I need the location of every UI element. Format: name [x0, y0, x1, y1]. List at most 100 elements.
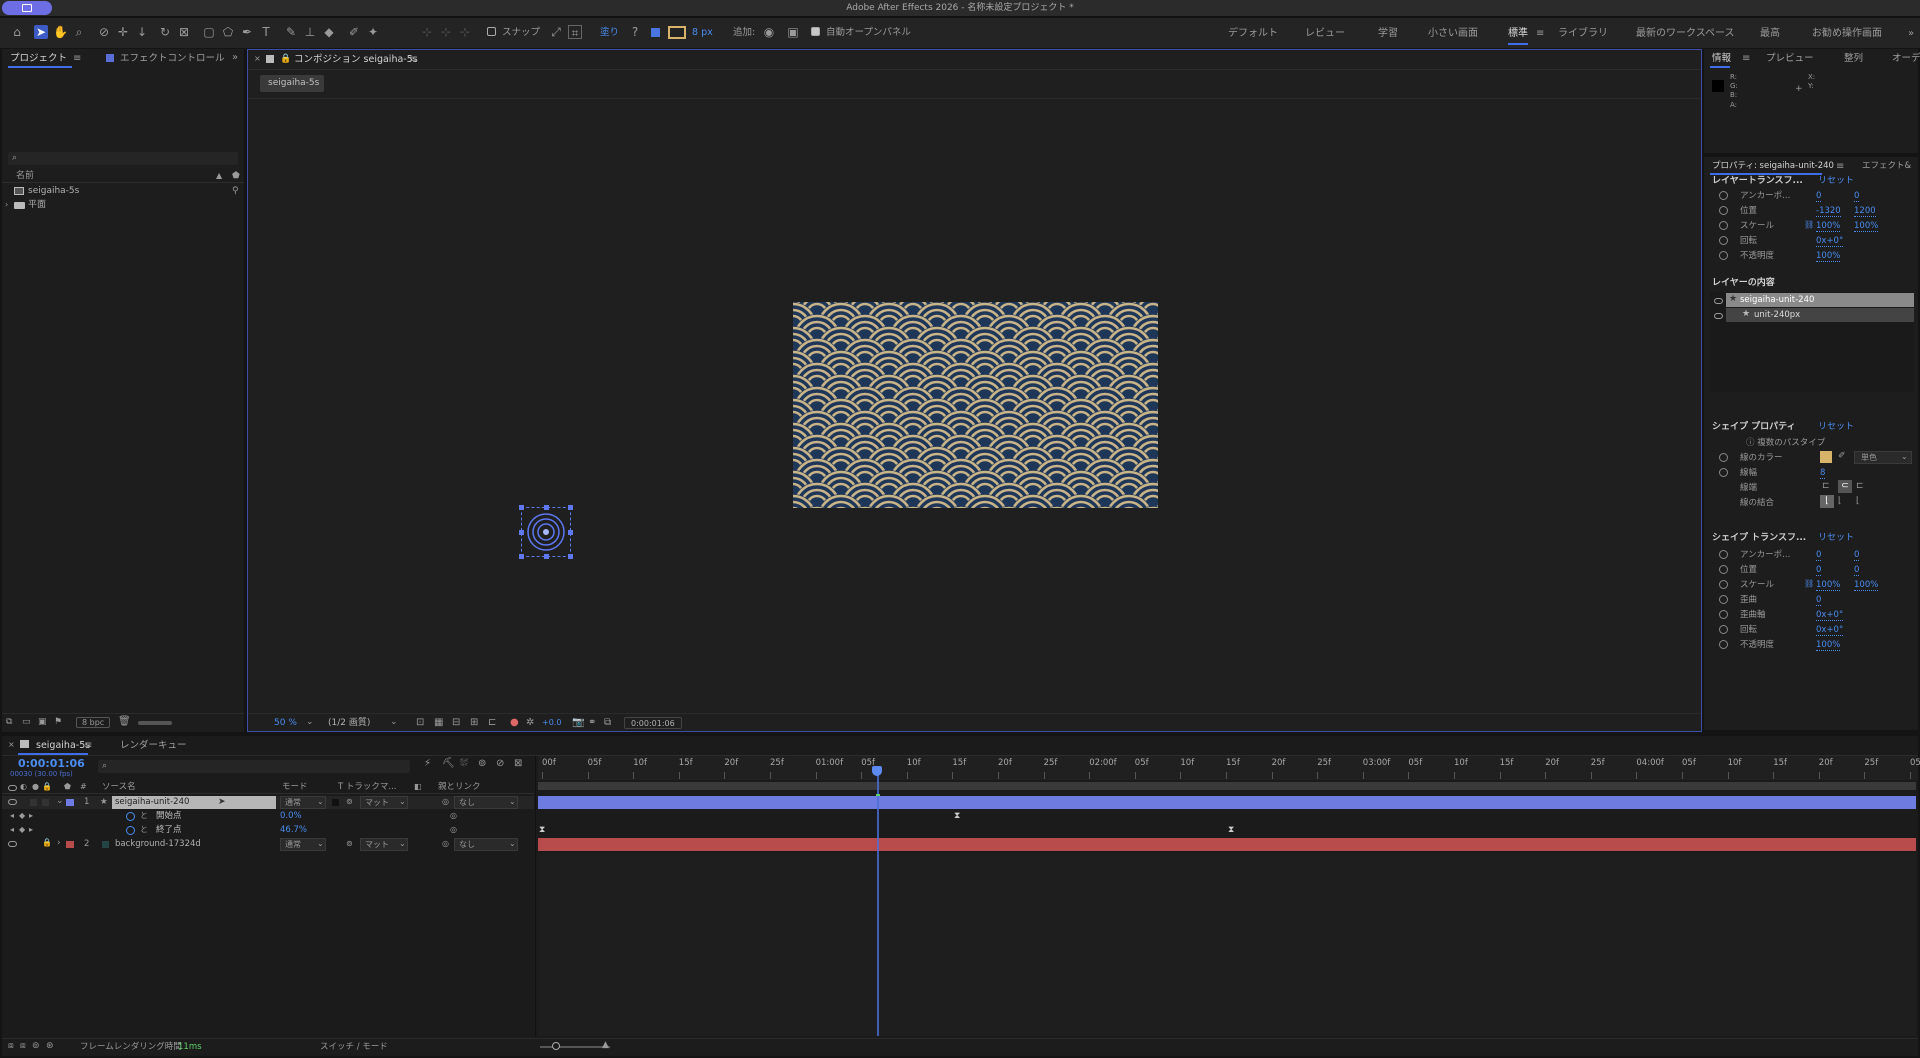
snapshot-icon[interactable]: 📷 [572, 718, 584, 728]
property-value-1[interactable]: 0 [1816, 596, 1822, 606]
time-ruler[interactable]: 00f 05f 10f 15f 20f 25f 01:00f 05f 10f 1… [538, 756, 1920, 780]
zoom-slider-knob[interactable] [552, 1042, 560, 1050]
tab-preview[interactable]: プレビュー [1766, 54, 1814, 64]
stopwatch-icon[interactable] [1719, 550, 1728, 559]
stopwatch-icon[interactable] [1719, 221, 1728, 230]
project-search-input[interactable]: ⌕ [8, 152, 238, 165]
motion-blur-icon[interactable]: ⊚ [478, 759, 486, 769]
track-matte-header[interactable]: T トラックマ... [338, 783, 397, 792]
panel-menu-icon[interactable]: ≡ [73, 54, 81, 64]
auto-open-panels-checkbox[interactable] [811, 27, 820, 36]
resolution-dropdown-icon[interactable]: ⌄ [390, 718, 398, 727]
tab-info[interactable]: 情報 [1712, 54, 1731, 64]
constrain-proportions-icon[interactable]: ⛓ [1804, 580, 1814, 588]
stopwatch-icon[interactable] [1719, 206, 1728, 215]
toggle-modes-icon[interactable]: ⧈ [20, 1042, 26, 1051]
tab-timeline-comp[interactable]: seigaiha-5s [36, 741, 90, 751]
layer-label-color[interactable] [66, 841, 74, 848]
tab-render-queue[interactable]: レンダーキュー [120, 741, 187, 751]
property-row-end[interactable]: ◂ ◆ ▸ と 終了点 46.7% ◎ [2, 824, 534, 837]
exposure-icon[interactable]: ✲ [526, 718, 534, 728]
expand-arrow-icon[interactable]: › [57, 839, 61, 848]
content-item[interactable]: ★ unit-240px [1726, 308, 1914, 322]
zoom-tool-icon[interactable]: ⌕ [72, 25, 86, 39]
selection-tool-icon[interactable]: ➤ [34, 25, 48, 39]
zoom-in-icon[interactable]: ▲ [602, 1041, 609, 1050]
tab-project[interactable]: プロジェクト [10, 54, 67, 64]
tab-properties[interactable]: プロパティ: seigaiha-unit-240 [1712, 162, 1834, 171]
panel-menu-icon[interactable]: ≡ [409, 55, 417, 65]
new-folder-icon[interactable]: ▭ [22, 718, 31, 727]
property-value[interactable]: 0.0% [280, 812, 302, 821]
property-value-1[interactable]: 0x+0° [1816, 237, 1844, 247]
workspace-menu-icon[interactable]: ≡ [1536, 29, 1544, 39]
eraser-tool-icon[interactable]: ◆ [322, 25, 336, 39]
projecting-cap-icon[interactable]: ⊏ [1856, 482, 1864, 491]
property-value-1[interactable]: 0 [1816, 192, 1822, 202]
handle[interactable] [544, 505, 549, 510]
property-value-2[interactable]: 0 [1854, 566, 1860, 576]
next-keyframe-icon[interactable]: ▸ [29, 826, 33, 834]
pick-whip-icon[interactable]: ◎ [442, 798, 449, 806]
workspace-standard[interactable]: 標準 [1508, 29, 1528, 45]
close-tab-icon[interactable]: × [254, 55, 261, 63]
layer-row[interactable]: 🔒 › 2 background-17324d 通常 ⌄ ⊚ マット ⌄ ◎ な… [2, 838, 534, 851]
bpc-button[interactable]: 8 bpc [76, 717, 110, 728]
round-join-icon[interactable]: ⌊ [1838, 497, 1842, 506]
handle[interactable] [568, 554, 573, 559]
zoom-value[interactable]: 50 % [274, 719, 297, 728]
parent-dropdown[interactable]: なし ⌄ [454, 796, 518, 809]
property-value[interactable]: 46.7% [280, 826, 307, 835]
stopwatch-icon[interactable] [1719, 236, 1728, 245]
snap-options-icon[interactable]: ⤢ [549, 25, 563, 39]
stopwatch-icon[interactable] [1719, 468, 1728, 477]
dolly-tool-icon[interactable]: ↓ [135, 25, 149, 39]
fill-label[interactable]: 塗り [600, 28, 619, 38]
zoom-dropdown-icon[interactable]: ⌄ [306, 718, 314, 727]
workspace-review[interactable]: レビュー [1305, 29, 1345, 39]
pen-tool-icon[interactable]: ✒ [240, 25, 254, 39]
mode-header[interactable]: モード [282, 783, 308, 792]
prev-keyframe-icon[interactable]: ◂ [10, 826, 14, 834]
3d-view-icon[interactable]: ⊏ [488, 718, 496, 728]
collapse-arrow-icon[interactable]: ⌄ [56, 797, 64, 806]
label-tag-icon[interactable]: ⬟ [232, 172, 240, 181]
keyframe-icon[interactable]: ⧗ [1228, 826, 1234, 835]
toggle-switches-icon[interactable]: ⧈ [8, 1042, 14, 1051]
stroke-width-value[interactable]: 8 [1820, 469, 1826, 479]
source-name-header[interactable]: ソース名 [102, 783, 136, 792]
orbit-tool-icon[interactable]: ⊘ [97, 25, 111, 39]
fill-swatch[interactable] [651, 28, 660, 37]
stopwatch-icon[interactable] [1719, 580, 1728, 589]
graph-editor-icon[interactable]: ⊘ [496, 759, 504, 769]
project-item[interactable]: seigaiha-5s ⚲ [2, 185, 244, 199]
property-value-1[interactable]: -1320 [1816, 207, 1841, 217]
snap-checkbox[interactable] [487, 27, 496, 36]
close-tab-icon[interactable]: × [8, 741, 15, 749]
pan-behind-tool-icon[interactable]: ⊠ [177, 25, 191, 39]
workspace-recent[interactable]: 最新のワークスペース [1636, 29, 1735, 39]
render-time-icon[interactable]: ⊛ [46, 1042, 54, 1051]
handle[interactable] [519, 505, 524, 510]
seigaiha-pattern-canvas[interactable] [793, 302, 1158, 508]
fill-help-icon[interactable]: ? [628, 25, 642, 39]
miter-join-icon[interactable]: ⌊ [1820, 495, 1834, 508]
switches-modes-toggle[interactable]: スイッチ / モード [320, 1043, 388, 1052]
pan-tool-icon[interactable]: ✛ [116, 25, 130, 39]
tab-effect-controls[interactable]: エフェクトコントロール [120, 54, 225, 64]
comp-flowchart-icon[interactable]: ⊠ [514, 759, 522, 769]
rotate-tool-icon[interactable]: ↻ [158, 25, 172, 39]
track-matte-icon[interactable]: ⊚ [346, 798, 353, 806]
shape-layer-bounding-box[interactable] [519, 505, 573, 559]
layer-transform-reset[interactable]: リセット [1818, 177, 1854, 186]
expand-arrow-icon[interactable]: › [5, 201, 8, 209]
parent-dropdown[interactable]: なし ⌄ [454, 838, 518, 851]
property-value-1[interactable]: 100% [1816, 222, 1841, 232]
resolution-value[interactable]: (1/2 画質) [328, 719, 370, 728]
visibility-eye-icon[interactable] [8, 841, 17, 847]
stopwatch-icon[interactable] [1719, 191, 1728, 200]
next-keyframe-icon[interactable]: ▸ [29, 812, 33, 820]
keyframe-icon[interactable]: ◆ [19, 826, 25, 834]
stopwatch-icon[interactable] [126, 812, 135, 821]
workspace-recommended[interactable]: お勧め操作画面 [1812, 29, 1882, 39]
